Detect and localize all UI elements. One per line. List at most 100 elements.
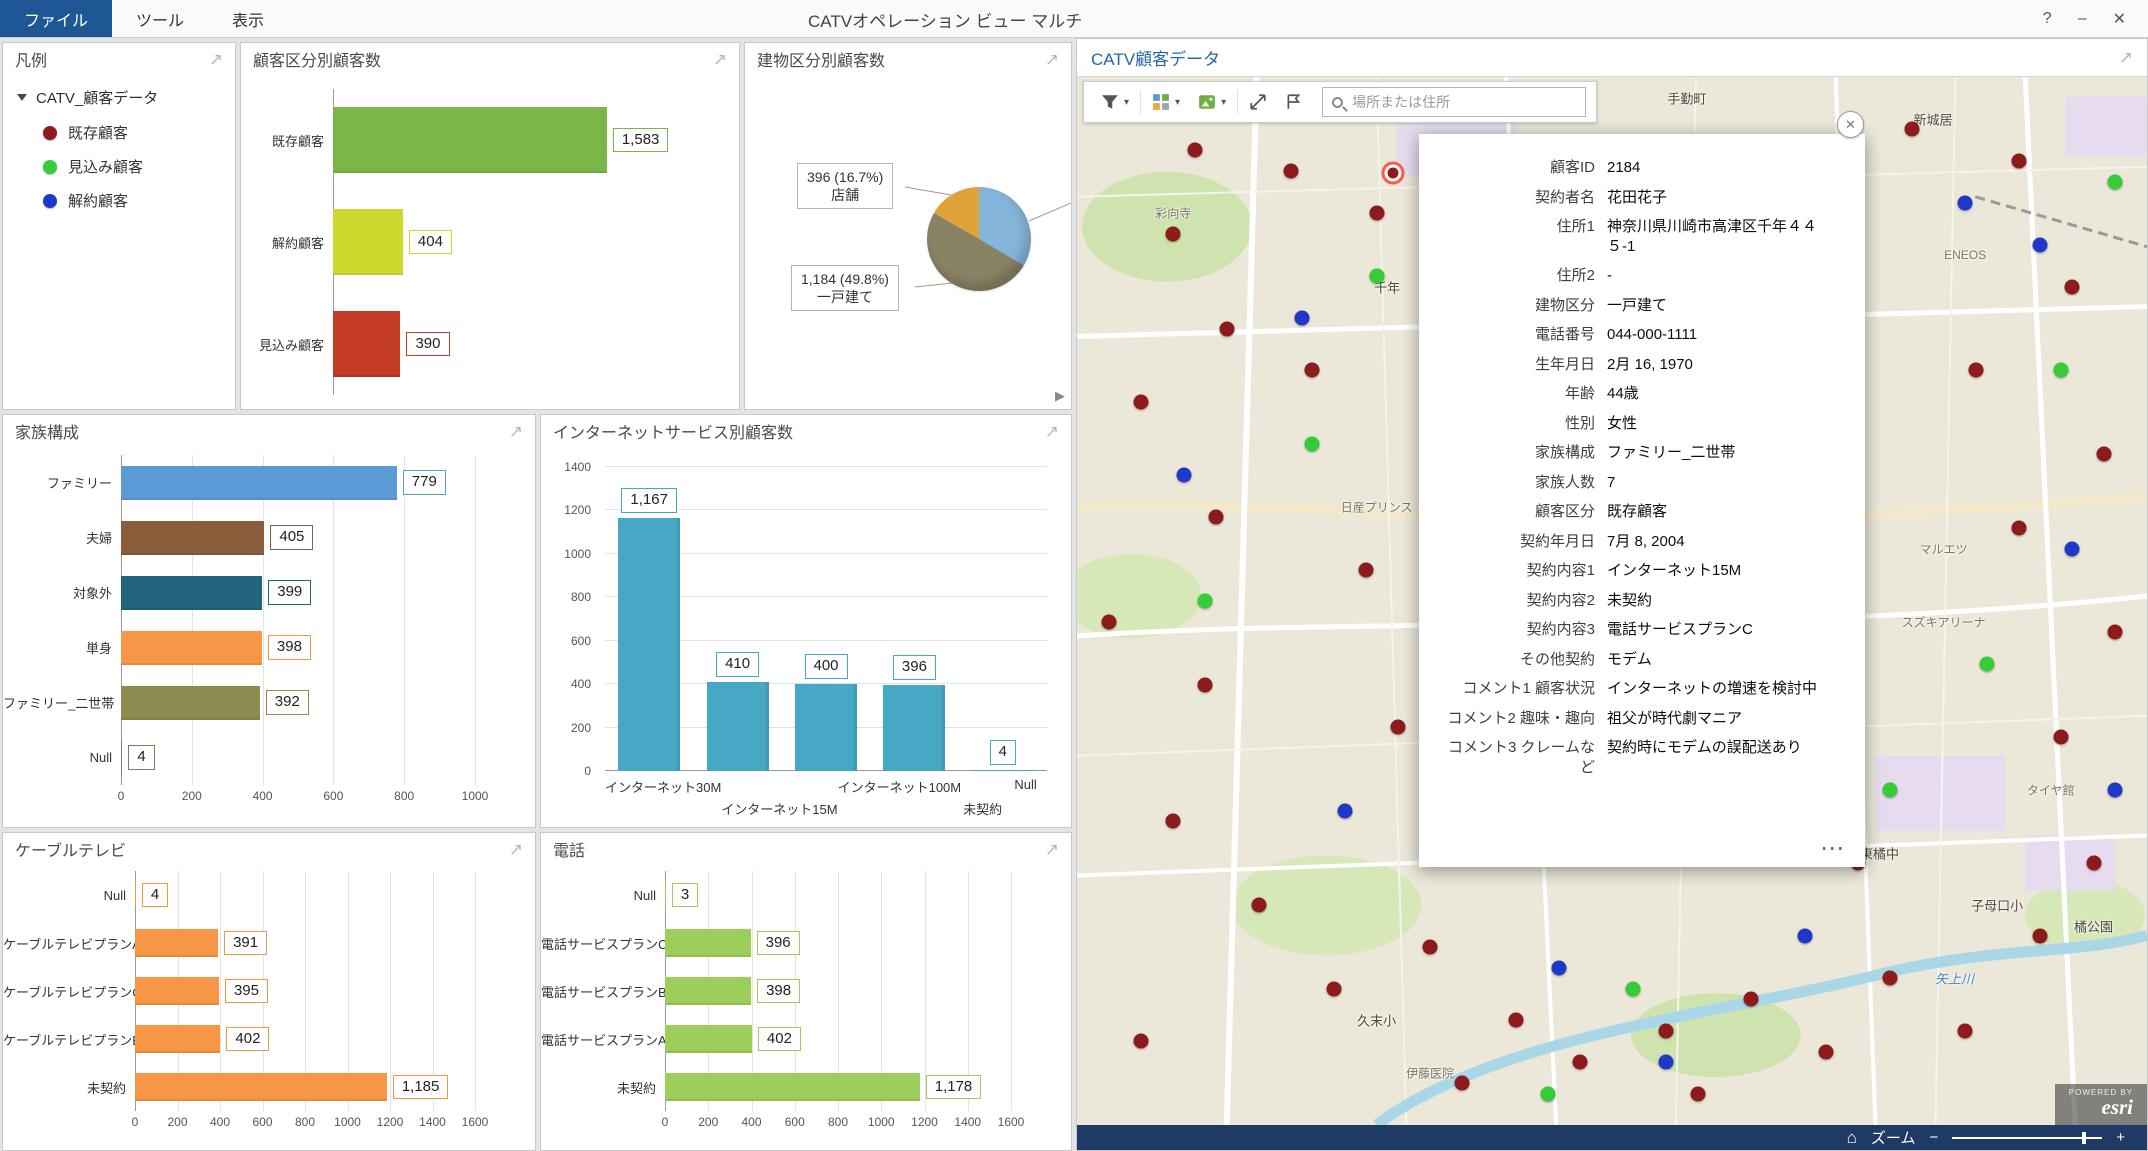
map-point[interactable] (1819, 1044, 1834, 1059)
map-point[interactable] (1883, 782, 1898, 797)
map-point[interactable] (1294, 311, 1309, 326)
map-point[interactable] (1658, 1055, 1673, 1070)
map-point[interactable] (1134, 1034, 1149, 1049)
map-point[interactable] (1658, 1023, 1673, 1038)
map-point[interactable] (1968, 363, 1983, 378)
bar[interactable] (618, 518, 680, 771)
bar[interactable] (333, 209, 403, 275)
map-point[interactable] (1187, 143, 1202, 158)
bar[interactable] (135, 881, 136, 909)
expand-icon[interactable]: ↗ (2119, 49, 2133, 66)
map-point[interactable] (2065, 541, 2080, 556)
map-point[interactable] (1198, 677, 1213, 692)
map-viewport[interactable]: 手勤町彩向寺千年日産プリンス和泉館ENEOS新城居マルエツスズキアリーナタイヤ館… (1077, 77, 2147, 1125)
map-point[interactable] (1305, 436, 1320, 451)
zoom-in-button[interactable]: + (2116, 1129, 2125, 1146)
map-point[interactable] (2054, 730, 2069, 745)
map-point[interactable] (2065, 279, 2080, 294)
map-point[interactable] (1134, 394, 1149, 409)
map-point[interactable] (1540, 1086, 1555, 1101)
map-point[interactable] (2107, 174, 2122, 189)
expand-icon[interactable]: ↗ (509, 423, 523, 440)
map-point[interactable] (1369, 206, 1384, 221)
zoom-out-button[interactable]: − (1929, 1129, 1938, 1146)
minimize-icon[interactable]: – (2078, 10, 2087, 28)
map-point[interactable] (1326, 981, 1341, 996)
popup-close-button[interactable]: ✕ (1837, 111, 1864, 138)
map-point[interactable] (1690, 1086, 1705, 1101)
bar[interactable] (795, 684, 857, 771)
bar[interactable] (665, 929, 751, 957)
bar[interactable] (135, 929, 218, 957)
map-point[interactable] (1551, 960, 1566, 975)
bar[interactable] (121, 741, 122, 775)
map-point[interactable] (2054, 363, 2069, 378)
map-point[interactable] (2033, 929, 2048, 944)
menu-file[interactable]: ファイル (0, 0, 112, 37)
map-point[interactable] (1284, 164, 1299, 179)
expand-icon[interactable]: ↗ (509, 841, 523, 858)
map-point[interactable] (1177, 468, 1192, 483)
bar[interactable] (707, 682, 769, 771)
map-point[interactable] (2033, 237, 2048, 252)
map-point[interactable] (1369, 269, 1384, 284)
map-point[interactable] (2107, 782, 2122, 797)
map-point[interactable] (1979, 656, 1994, 671)
bar[interactable] (121, 686, 260, 720)
map-point[interactable] (1455, 1076, 1470, 1091)
map-point[interactable] (1958, 195, 1973, 210)
bar[interactable] (121, 576, 262, 610)
map-point[interactable] (1508, 1013, 1523, 1028)
zoom-slider[interactable] (1952, 1137, 2102, 1139)
map-point[interactable] (1358, 562, 1373, 577)
map-point[interactable] (1797, 929, 1812, 944)
bar[interactable] (333, 107, 607, 173)
map-point[interactable] (1391, 719, 1406, 734)
map-point[interactable] (1305, 363, 1320, 378)
map-point[interactable] (1166, 814, 1181, 829)
menu-tools[interactable]: ツール (112, 0, 208, 37)
map-point[interactable] (1626, 981, 1641, 996)
help-icon[interactable]: ? (2043, 10, 2052, 28)
bar[interactable] (135, 1025, 220, 1053)
map-point[interactable] (2086, 856, 2101, 871)
map-point[interactable] (1198, 594, 1213, 609)
map-point[interactable] (2011, 153, 2026, 168)
map-point[interactable] (2011, 520, 2026, 535)
scroll-right-icon[interactable]: ▶ (1055, 388, 1065, 404)
zoom-slider-handle[interactable] (2082, 1132, 2086, 1144)
expand-icon[interactable]: ↗ (1045, 841, 1059, 858)
expand-icon[interactable]: ↗ (1045, 51, 1059, 68)
bar[interactable] (333, 311, 400, 377)
map-point[interactable] (1251, 897, 1266, 912)
map-point[interactable] (1219, 321, 1234, 336)
map-point[interactable] (1102, 614, 1117, 629)
home-icon[interactable]: ⌂ (1847, 1128, 1857, 1148)
select-tools-button[interactable] (1278, 87, 1310, 117)
expand-icon[interactable]: ↗ (209, 51, 223, 68)
layers-button[interactable]: ▾ (1191, 87, 1233, 117)
bar[interactable] (135, 1073, 387, 1101)
map-point[interactable] (1209, 510, 1224, 525)
search-input[interactable] (1352, 94, 1576, 110)
bar[interactable] (665, 977, 751, 1005)
bar[interactable] (135, 977, 219, 1005)
bar[interactable] (665, 1073, 920, 1101)
map-point[interactable] (2107, 625, 2122, 640)
map-point[interactable] (1423, 939, 1438, 954)
map-point[interactable] (1958, 1023, 1973, 1038)
bar[interactable] (121, 466, 397, 500)
bar[interactable] (665, 1025, 752, 1053)
map-point[interactable] (2097, 447, 2112, 462)
filter-button[interactable]: ▾ (1094, 87, 1136, 117)
bar[interactable] (883, 685, 945, 771)
bar[interactable] (121, 521, 264, 555)
legend-item[interactable]: 解約顧客 (43, 190, 221, 211)
map-point[interactable] (1904, 122, 1919, 137)
expand-icon[interactable]: ↗ (1045, 423, 1059, 440)
map-point[interactable] (1166, 227, 1181, 242)
map-point[interactable] (1337, 803, 1352, 818)
collapse-arrow-icon[interactable] (17, 94, 27, 101)
close-icon[interactable]: ✕ (2113, 9, 2126, 29)
pie-chart[interactable] (927, 187, 1031, 291)
